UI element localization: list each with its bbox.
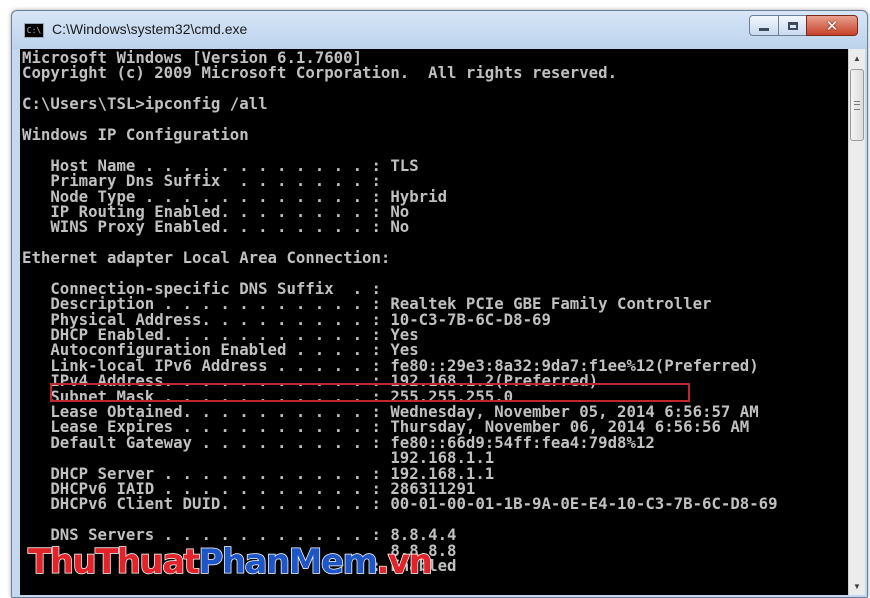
minimize-icon bbox=[759, 27, 769, 31]
maximize-icon bbox=[787, 21, 798, 30]
console-line: Windows IP Configuration bbox=[22, 124, 249, 144]
cmd-window: C:\ C:\Windows\system32\cmd.exe ✕ Micros… bbox=[11, 10, 868, 598]
console-output[interactable]: Microsoft Windows [Version 6.1.7600] Copy… bbox=[20, 49, 848, 595]
cmd-icon[interactable]: C:\ bbox=[24, 23, 44, 38]
watermark-part-1: ThuThuat bbox=[27, 541, 200, 583]
maximize-button[interactable] bbox=[778, 15, 807, 36]
title-bar[interactable]: C:\ C:\Windows\system32\cmd.exe ✕ bbox=[12, 11, 867, 49]
watermark-logo: ThuThuatPhanMem.vn bbox=[27, 541, 434, 583]
scroll-down-icon[interactable]: ▼ bbox=[849, 577, 865, 595]
console-line: WINS Proxy Enabled. . . . . . . . : No bbox=[22, 217, 410, 237]
console-line: C:\Users\TSL>ipconfig /all bbox=[22, 94, 268, 114]
close-icon: ✕ bbox=[825, 16, 839, 35]
grip-icon bbox=[854, 100, 860, 110]
vertical-scrollbar[interactable]: ▲ ▼ bbox=[848, 49, 865, 595]
watermark-part-3: .vn bbox=[376, 541, 434, 583]
ipv4-highlight-box bbox=[50, 383, 690, 402]
scroll-thumb[interactable] bbox=[850, 69, 864, 141]
console-line: Ethernet adapter Local Area Connection: bbox=[22, 248, 391, 268]
console-text: Microsoft Windows [Version 6.1.7600] Copy… bbox=[22, 49, 778, 573]
window-title: C:\Windows\system32\cmd.exe bbox=[52, 21, 248, 37]
close-button[interactable]: ✕ bbox=[806, 15, 858, 36]
minimize-button[interactable] bbox=[749, 15, 779, 36]
watermark-part-2: PhanMem bbox=[198, 541, 379, 583]
console-line: Copyright (c) 2009 Microsoft Corporation… bbox=[22, 63, 618, 83]
scroll-up-icon[interactable]: ▲ bbox=[849, 49, 865, 67]
console-line: DHCPv6 Client DUID. . . . . . . . : 00-0… bbox=[22, 494, 778, 514]
